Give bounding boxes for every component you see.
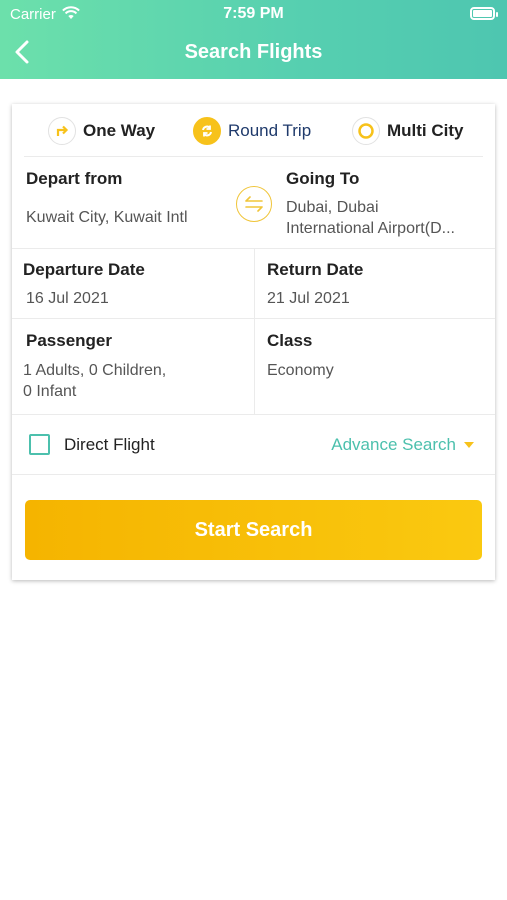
passenger-value-line1: 1 Adults, 0 Children, bbox=[23, 362, 167, 379]
going-to-label: Going To bbox=[286, 169, 360, 188]
swap-airports-button[interactable] bbox=[236, 186, 272, 222]
trip-option-one-way[interactable]: One Way bbox=[48, 116, 155, 146]
divider bbox=[254, 248, 255, 414]
app-header: Carrier 7:59 PM Search Flights bbox=[0, 0, 507, 79]
departure-date-label: Departure Date bbox=[23, 260, 145, 279]
advance-search-label: Advance Search bbox=[331, 435, 456, 454]
departure-date-value: 16 Jul 2021 bbox=[26, 290, 109, 307]
status-bar: Carrier 7:59 PM bbox=[0, 0, 507, 28]
class-value: Economy bbox=[267, 362, 334, 379]
search-form-card: One Way Round Trip Multi City Depart fro… bbox=[12, 104, 495, 580]
turn-right-arrow-icon bbox=[48, 117, 76, 145]
trip-option-label: Multi City bbox=[387, 121, 464, 140]
trip-type-selector: One Way Round Trip Multi City bbox=[12, 104, 495, 156]
battery-icon bbox=[470, 7, 498, 20]
depart-from-value: Kuwait City, Kuwait Intl bbox=[26, 209, 188, 226]
swap-arrows-icon bbox=[245, 196, 263, 212]
going-to-value-line1: Dubai, Dubai bbox=[286, 199, 379, 216]
return-date-value: 21 Jul 2021 bbox=[267, 290, 350, 307]
passenger-value-line2: 0 Infant bbox=[23, 383, 77, 400]
start-search-button[interactable]: Start Search bbox=[25, 500, 482, 560]
trip-option-multi-city[interactable]: Multi City bbox=[352, 116, 464, 146]
trip-option-label: One Way bbox=[83, 121, 156, 140]
class-label: Class bbox=[267, 331, 313, 350]
round-trip-icon bbox=[193, 117, 221, 145]
trip-option-label: Round Trip bbox=[228, 121, 312, 140]
depart-from-label: Depart from bbox=[26, 169, 123, 188]
circle-icon bbox=[352, 117, 380, 145]
return-date-label: Return Date bbox=[267, 260, 364, 279]
divider bbox=[12, 318, 495, 319]
direct-flight-checkbox[interactable] bbox=[29, 434, 50, 455]
trip-option-round-trip[interactable]: Round Trip bbox=[193, 116, 311, 146]
status-time: 7:59 PM bbox=[223, 5, 284, 22]
caret-down-icon bbox=[464, 442, 474, 448]
direct-flight-label: Direct Flight bbox=[64, 435, 155, 454]
going-to-value-line2: International Airport(D... bbox=[286, 220, 455, 237]
divider bbox=[12, 414, 495, 415]
passenger-label: Passenger bbox=[26, 331, 112, 350]
divider bbox=[12, 474, 495, 475]
page-title: Search Flights bbox=[184, 41, 323, 63]
advance-search-toggle[interactable]: Advance Search bbox=[331, 435, 474, 455]
divider bbox=[24, 156, 483, 157]
